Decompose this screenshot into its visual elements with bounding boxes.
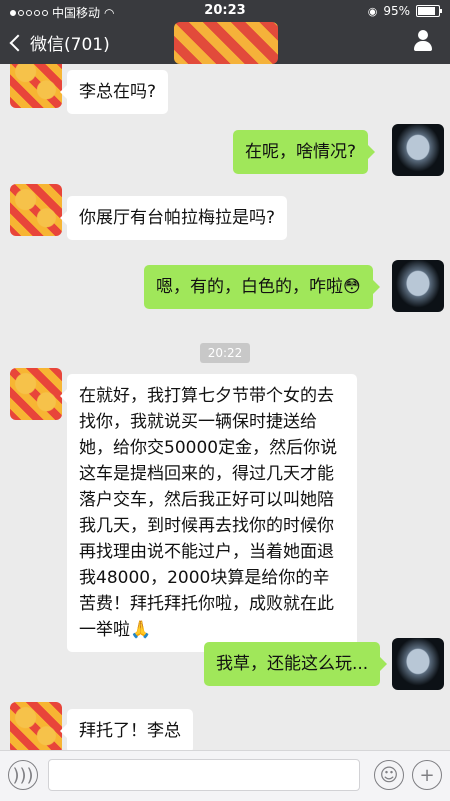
- my-avatar[interactable]: [392, 638, 444, 690]
- back-label: 微信(701): [30, 35, 110, 55]
- input-bar: ))) ☺ +: [0, 750, 450, 801]
- battery-icon: [416, 5, 442, 17]
- message-input[interactable]: [48, 759, 360, 791]
- message-bubble: 在就好，我打算七夕节带个女的去找你，我就说买一辆保时捷送给她，给你交50000定…: [60, 374, 357, 652]
- plus-icon[interactable]: +: [412, 760, 442, 790]
- contact-name-obscured: [174, 22, 278, 64]
- voice-icon[interactable]: ))): [8, 760, 38, 790]
- message-bubble: 在呢，啥情况?: [233, 130, 376, 174]
- contact-avatar[interactable]: [10, 184, 62, 236]
- message-bubble: 拜托了！李总: [60, 709, 193, 750]
- contact-avatar[interactable]: [10, 702, 62, 750]
- rotation-lock-icon: ◉: [367, 4, 378, 18]
- emoji-icon[interactable]: ☺: [374, 760, 404, 790]
- chevron-left-icon: [9, 34, 27, 51]
- message-timestamp: 20:22: [200, 343, 250, 363]
- my-avatar[interactable]: [392, 124, 444, 176]
- top-bar: 中国移动 ◠ 20:23 ◉ 95% 微信(701): [0, 0, 450, 64]
- my-avatar[interactable]: [392, 260, 444, 312]
- contact-avatar[interactable]: [10, 368, 62, 420]
- message-bubble: 嗯，有的，白色的，咋啦😳: [144, 265, 380, 309]
- chat-header: 微信(701): [0, 22, 450, 64]
- message-bubble: 李总在吗?: [59, 70, 169, 114]
- message-list[interactable]: 李总在吗? 在呢，啥情况? 你展厅有台帕拉梅拉是吗? 嗯，有的，白色的，咋啦😳 …: [0, 64, 450, 750]
- message-bubble: 我草，还能这么玩...: [204, 642, 388, 686]
- contact-info-icon[interactable]: [412, 30, 434, 52]
- message-bubble: 你展厅有台帕拉梅拉是吗?: [59, 196, 288, 240]
- status-bar: 中国移动 ◠ 20:23 ◉ 95%: [0, 0, 450, 22]
- battery-percent: 95%: [383, 4, 410, 18]
- contact-avatar[interactable]: [10, 64, 62, 108]
- back-button[interactable]: 微信(701): [9, 30, 110, 55]
